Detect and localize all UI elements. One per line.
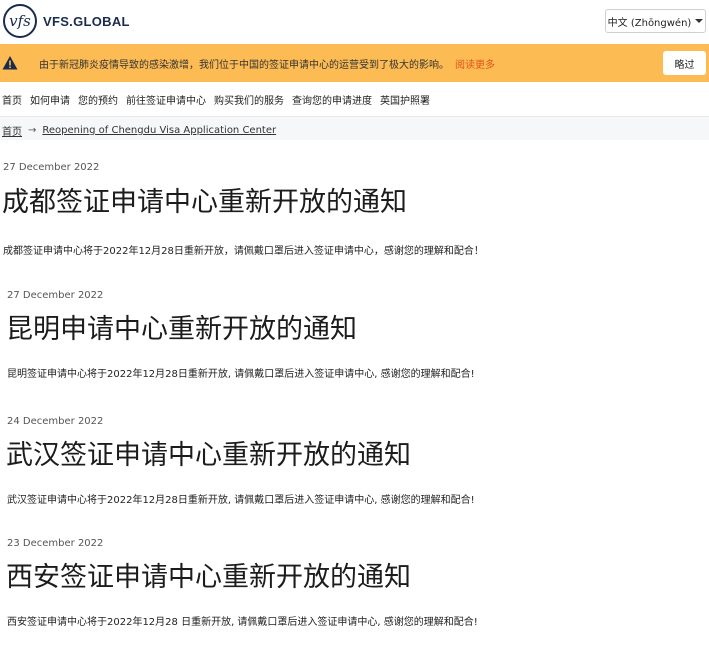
alert-message: 由于新冠肺炎疫情导致的感染激增，我们位于中国的签证申请中心的运营受到了极大的影响… — [39, 56, 495, 71]
read-more-link[interactable]: 阅读更多 — [455, 60, 495, 71]
nav-item-visit-centre[interactable]: 前往签证申请中心 — [126, 92, 206, 107]
vfs-logo-glyph: vfs — [9, 12, 31, 30]
main-nav: 首页 如何申请 您的预约 前往签证申请中心 购买我们的服务 查询您的申请进度 英… — [0, 82, 709, 116]
skip-button[interactable]: 略过 — [663, 51, 706, 75]
article-date: 27 December 2022 — [7, 290, 104, 301]
nav-item-buy-services[interactable]: 购买我们的服务 — [214, 92, 284, 107]
breadcrumb-arrow-icon: → — [28, 125, 37, 136]
header: vfs VFS.GLOBAL 中文 (Zhōngwén) — [0, 0, 709, 44]
article-date: 23 December 2022 — [7, 538, 104, 549]
article-body: 西安签证申请中心将于2022年12月28 日重新开放, 请佩戴口罩后进入签证申请… — [7, 617, 478, 628]
vfs-logo-text: VFS.GLOBAL — [43, 13, 130, 29]
article-title[interactable]: 成都签证申请中心重新开放的通知 — [2, 180, 407, 219]
article-title[interactable]: 武汉签证申请中心重新开放的通知 — [6, 433, 411, 472]
covid-alert-banner: 由于新冠肺炎疫情导致的感染激增，我们位于中国的签证申请中心的运营受到了极大的影响… — [0, 44, 709, 82]
warning-icon — [2, 56, 18, 70]
article-body: 成都签证申请中心将于2022年12月28日重新开放，请佩戴口罩后进入签证申请中心… — [3, 246, 484, 257]
alert-message-text: 由于新冠肺炎疫情导致的感染激增，我们位于中国的签证申请中心的运营受到了极大的影响… — [39, 60, 449, 71]
nav-item-track-application[interactable]: 查询您的申请进度 — [292, 92, 372, 107]
article-title[interactable]: 西安签证申请中心重新开放的通知 — [6, 555, 411, 594]
nav-item-home[interactable]: 首页 — [2, 92, 22, 107]
article-date: 24 December 2022 — [7, 416, 104, 427]
article-title[interactable]: 昆明申请中心重新开放的通知 — [6, 307, 357, 346]
caret-down-icon — [695, 19, 704, 23]
article-date: 27 December 2022 — [3, 162, 100, 173]
language-selector-label: 中文 (Zhōngwén) — [607, 17, 692, 29]
breadcrumb: 首页 → Reopening of Chengdu Visa Applicati… — [2, 123, 276, 138]
vfs-logo-mark: vfs — [3, 4, 37, 38]
article-body: 武汉签证申请中心将于2022年12月28日重新开放, 请佩戴口罩后进入签证申请中… — [7, 495, 475, 506]
article-body: 昆明签证申请中心将于2022年12月28日重新开放, 请佩戴口罩后进入签证申请中… — [7, 369, 475, 380]
language-selector[interactable]: 中文 (Zhōngwén) — [605, 9, 706, 33]
nav-item-your-appointment[interactable]: 您的预约 — [78, 92, 118, 107]
breadcrumb-bar: 首页 → Reopening of Chengdu Visa Applicati… — [0, 116, 709, 140]
breadcrumb-home-link[interactable]: 首页 — [2, 123, 22, 138]
nav-item-hm-passport-office[interactable]: 英国护照署 — [380, 92, 430, 107]
nav-item-how-to-apply[interactable]: 如何申请 — [30, 92, 70, 107]
breadcrumb-current-link[interactable]: Reopening of Chengdu Visa Application Ce… — [42, 125, 276, 136]
vfs-logo[interactable]: vfs VFS.GLOBAL — [3, 4, 130, 38]
